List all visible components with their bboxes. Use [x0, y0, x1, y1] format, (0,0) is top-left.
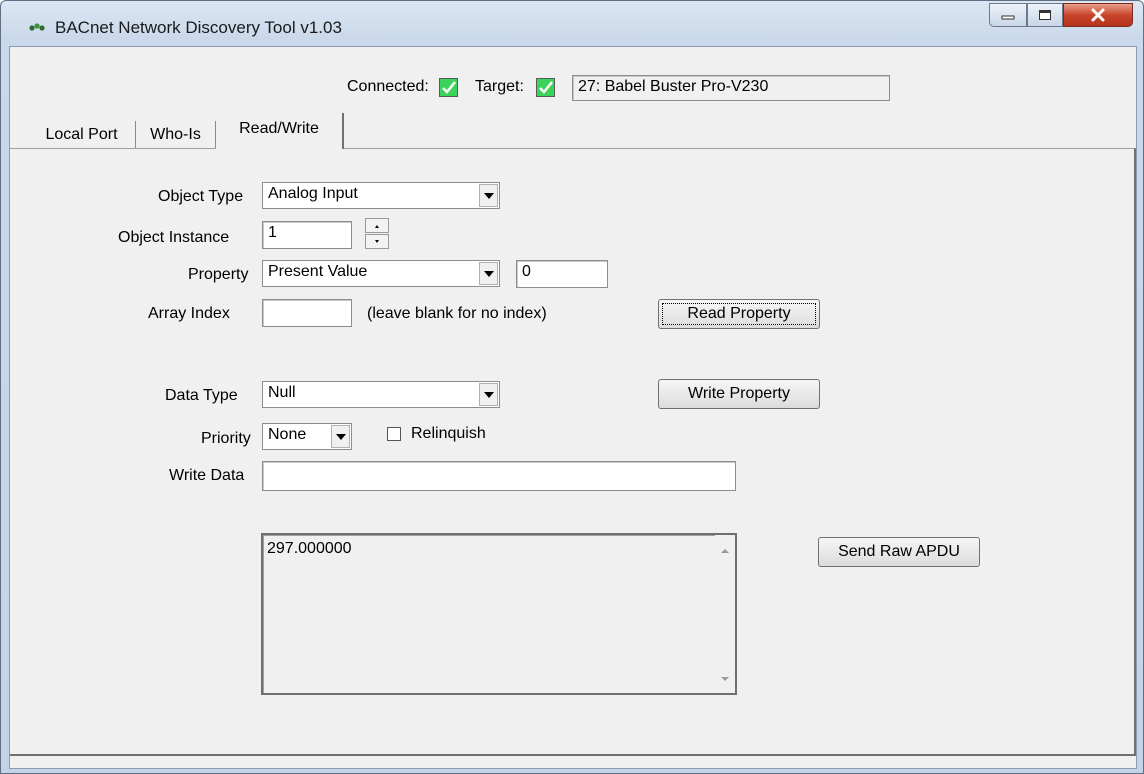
output-textarea[interactable]: 297.000000 — [261, 533, 737, 695]
property-id-input[interactable]: 0 — [516, 260, 608, 288]
tab-local-port[interactable]: Local Port — [28, 121, 136, 149]
object-instance-label: Object Instance — [118, 229, 230, 246]
arrow-up-icon — [375, 225, 379, 228]
write-property-button[interactable]: Write Property — [658, 379, 820, 409]
object-type-label: Object Type — [158, 188, 244, 205]
data-type-dropdown[interactable]: Null — [262, 381, 500, 408]
array-index-label: Array Index — [148, 305, 230, 322]
write-data-input[interactable] — [262, 461, 736, 491]
close-button[interactable] — [1063, 3, 1133, 27]
object-instance-input[interactable]: 1 — [262, 221, 352, 249]
app-icon — [29, 23, 45, 31]
window-title: BACnet Network Discovery Tool v1.03 — [55, 18, 342, 37]
target-label: Target: — [475, 78, 524, 95]
minimize-button[interactable] — [989, 3, 1027, 27]
chevron-down-icon[interactable] — [331, 425, 350, 448]
target-checkbox — [536, 78, 555, 97]
chevron-down-icon[interactable] — [479, 383, 498, 406]
priority-value: None — [268, 426, 307, 443]
relinquish-label: Relinquish — [411, 425, 486, 442]
client-area: Connected: Target: 27: Babel Buster Pro-… — [9, 46, 1137, 769]
connected-label: Connected: — [347, 78, 429, 95]
checkmark-icon — [442, 81, 456, 94]
spin-down-button[interactable] — [365, 234, 389, 249]
arrow-down-icon — [375, 240, 379, 243]
maximize-icon — [1039, 10, 1051, 20]
property-value: Present Value — [268, 263, 368, 280]
maximize-button[interactable] — [1027, 3, 1063, 27]
app-window: BACnet Network Discovery Tool v1.03 Conn… — [0, 0, 1144, 774]
chevron-down-icon[interactable] — [479, 262, 498, 285]
target-field: 27: Babel Buster Pro-V230 — [572, 75, 890, 101]
tab-who-is[interactable]: Who-Is — [136, 121, 216, 149]
property-dropdown[interactable]: Present Value — [262, 260, 500, 287]
relinquish-checkbox[interactable] — [387, 427, 401, 441]
send-raw-apdu-button[interactable]: Send Raw APDU — [818, 537, 980, 567]
tab-read-write[interactable]: Read/Write — [216, 113, 344, 149]
write-data-label: Write Data — [169, 467, 245, 484]
vertical-scrollbar[interactable] — [715, 535, 735, 693]
scroll-up-icon[interactable] — [719, 547, 731, 555]
priority-label: Priority — [201, 430, 251, 447]
data-type-label: Data Type — [165, 387, 238, 404]
checkmark-icon — [539, 81, 553, 94]
object-type-dropdown[interactable]: Analog Input — [262, 182, 500, 209]
title-bar[interactable]: BACnet Network Discovery Tool v1.03 — [1, 1, 1143, 45]
chevron-down-icon[interactable] — [479, 184, 498, 207]
scroll-down-icon[interactable] — [719, 675, 731, 683]
connected-checkbox — [439, 78, 458, 97]
read-write-panel: Object Type Analog Input Object Instance… — [10, 148, 1136, 756]
array-index-input[interactable] — [262, 299, 352, 327]
array-index-hint: (leave blank for no index) — [367, 305, 547, 322]
close-icon — [1091, 8, 1105, 22]
object-type-value: Analog Input — [268, 185, 358, 202]
minimize-icon — [1001, 15, 1015, 20]
data-type-value: Null — [268, 384, 296, 401]
property-label: Property — [188, 266, 249, 283]
priority-dropdown[interactable]: None — [262, 423, 352, 450]
output-text: 297.000000 — [267, 540, 352, 557]
read-property-button[interactable]: Read Property — [658, 299, 820, 329]
spin-up-button[interactable] — [365, 218, 389, 233]
